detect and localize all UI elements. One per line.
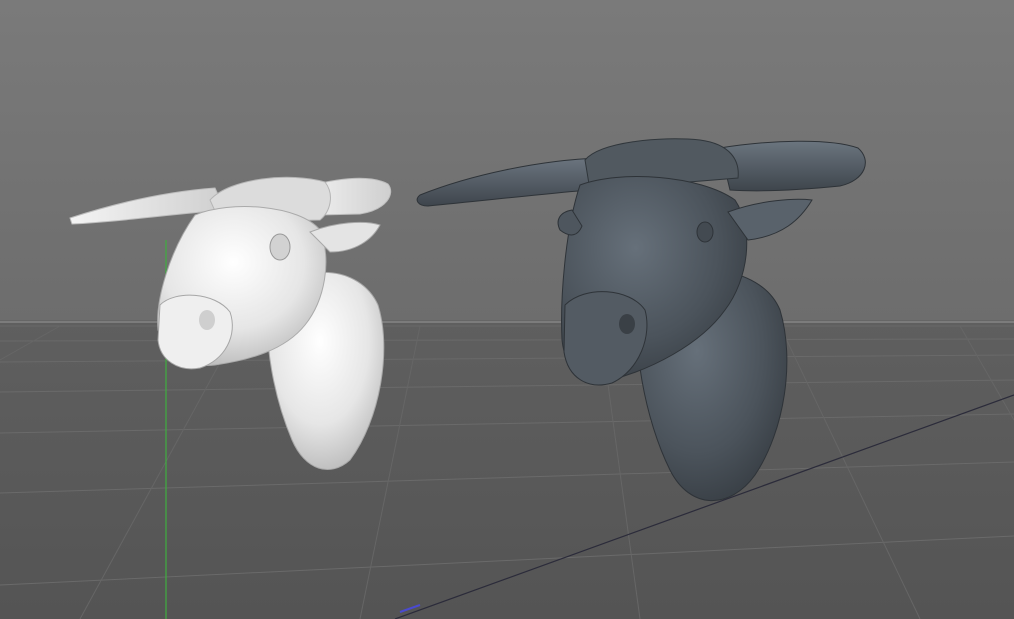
floor-grid xyxy=(0,321,1014,619)
bull-head-trophy-white[interactable] xyxy=(69,176,392,470)
nostril xyxy=(199,310,215,330)
grid-line xyxy=(0,379,1014,393)
grid-line xyxy=(959,325,1014,421)
grid-line xyxy=(0,338,1014,342)
viewport-canvas[interactable] xyxy=(0,0,1014,619)
grid-line xyxy=(0,325,61,361)
nostril xyxy=(619,314,635,334)
grid-line xyxy=(0,354,1014,363)
grid-line xyxy=(0,535,1014,586)
eye xyxy=(696,221,714,243)
eye xyxy=(269,233,291,261)
bull-head-trophy-slate[interactable] xyxy=(416,138,866,502)
horn-right xyxy=(719,140,866,192)
grid-line xyxy=(0,413,1014,434)
3d-viewport[interactable] xyxy=(0,0,1014,619)
grid-line xyxy=(0,461,1014,494)
